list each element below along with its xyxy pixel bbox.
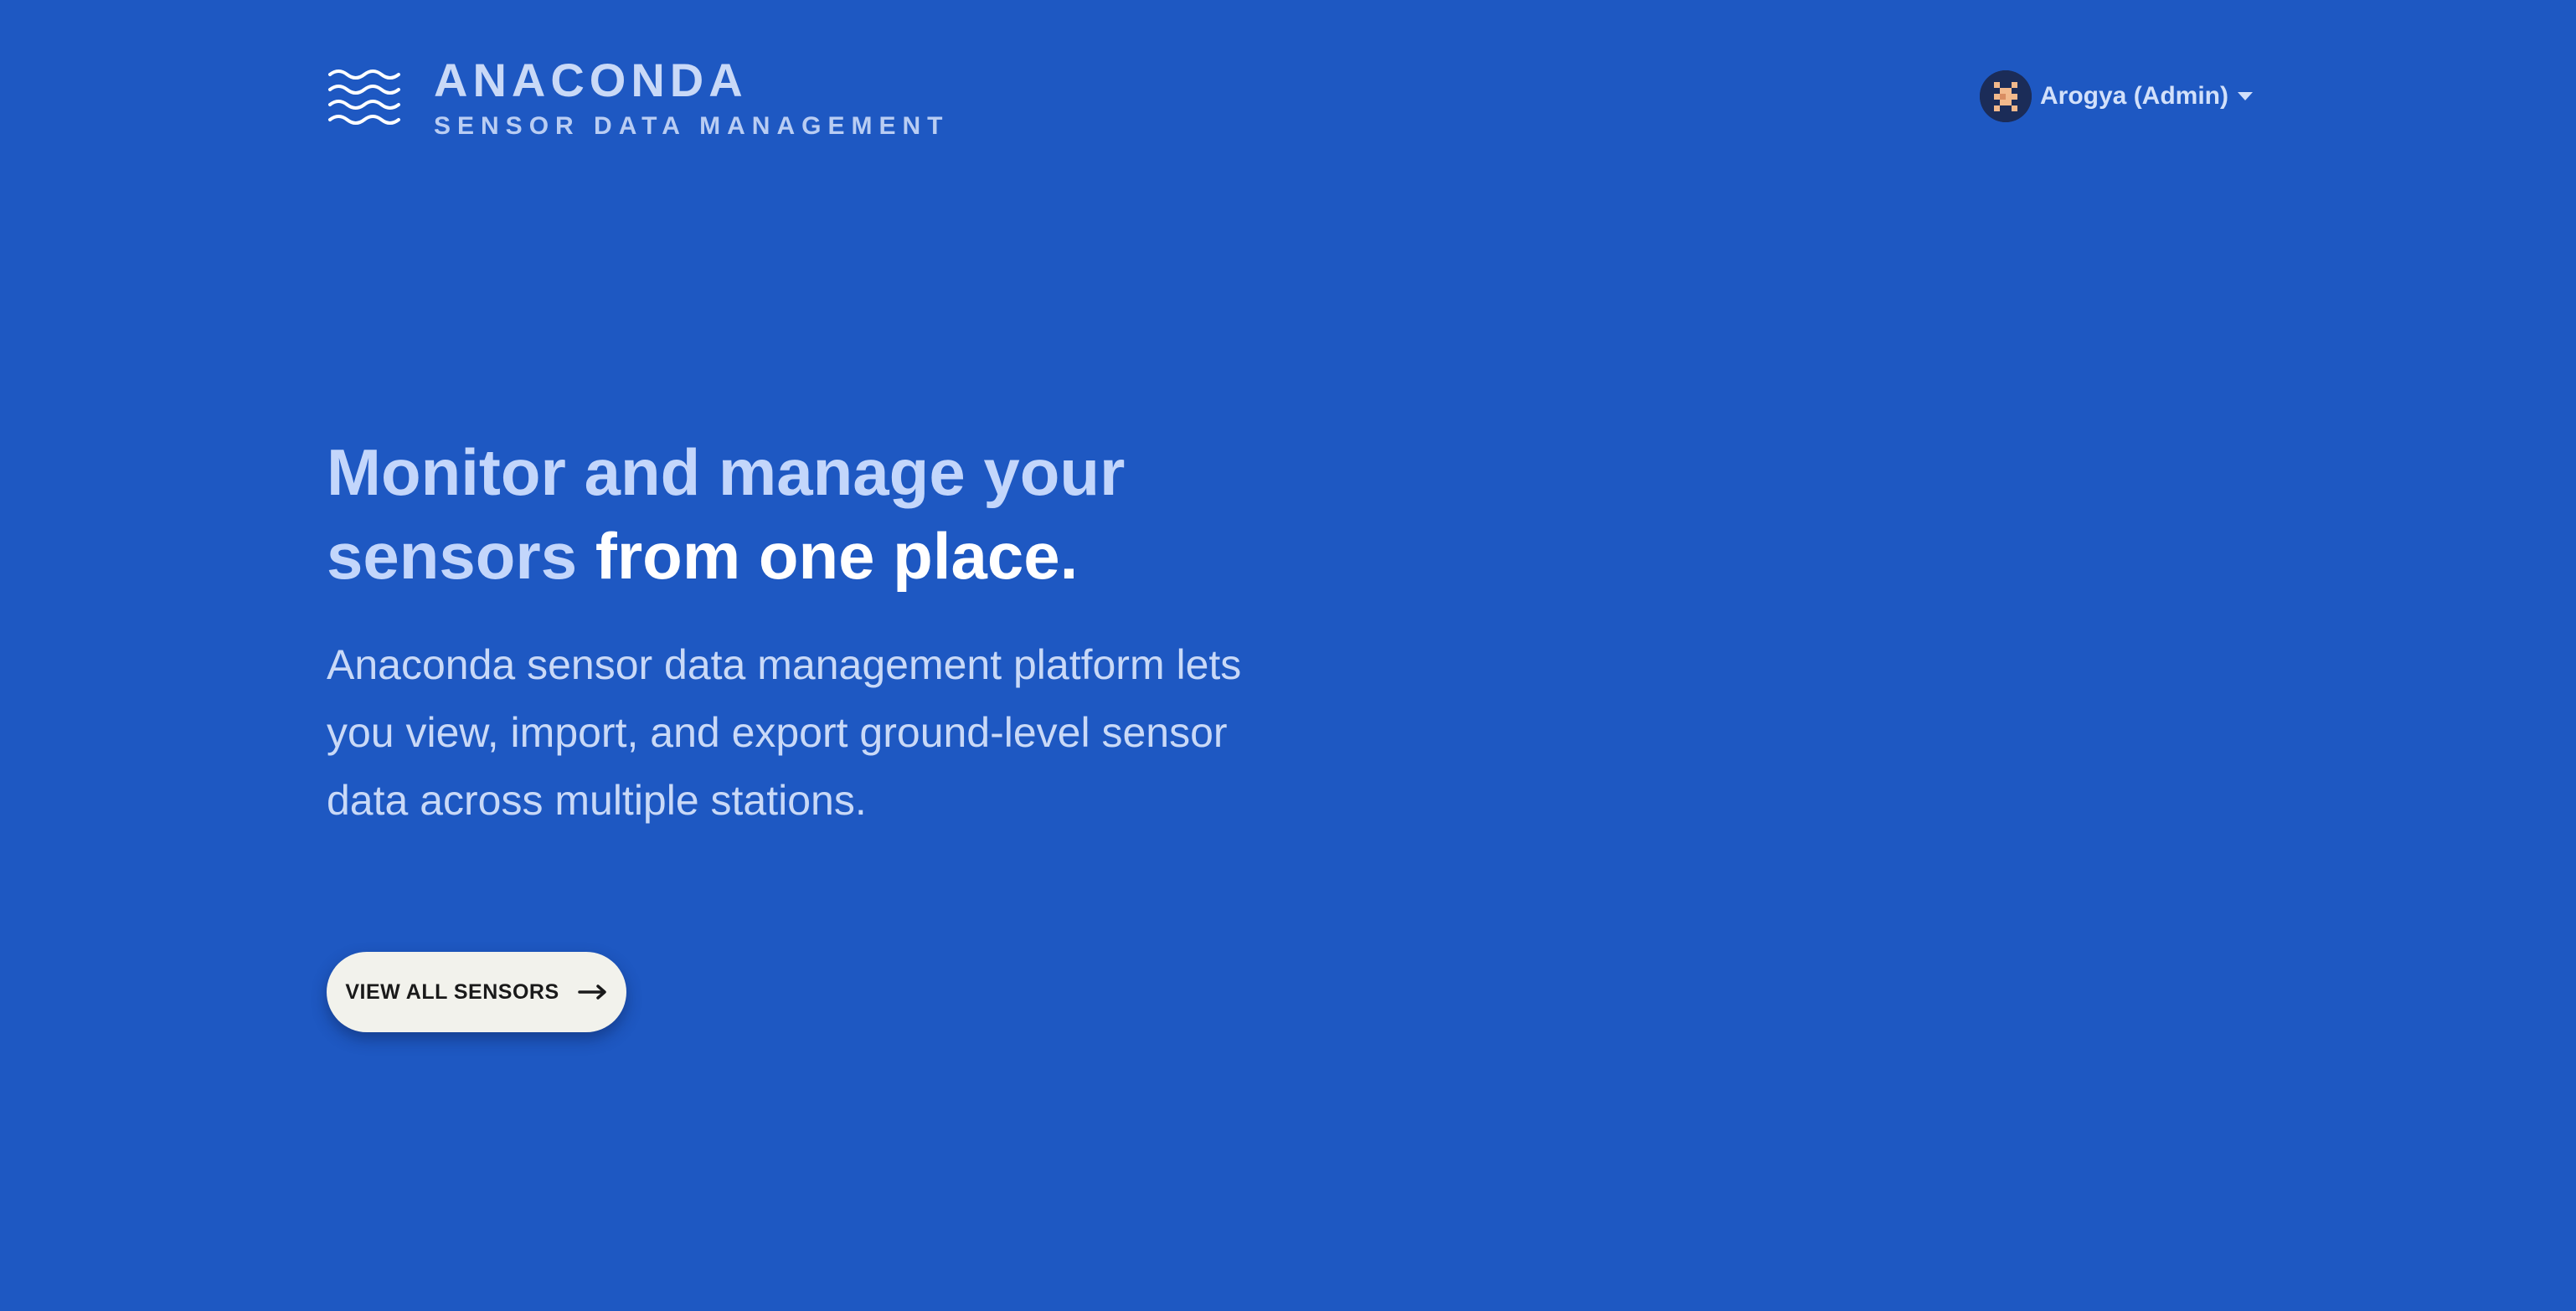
arrow-right-icon <box>577 985 606 1000</box>
hero-title-strong: from one place. <box>595 519 1079 593</box>
brand-header: ANACONDA SENSOR DATA MANAGEMENT <box>327 57 949 139</box>
hero-title: Monitor and manage your sensors from one… <box>327 430 1290 598</box>
waves-icon <box>328 69 400 125</box>
hero-description: Anaconda sensor data management platform… <box>327 641 1242 824</box>
pixel-avatar-icon <box>1980 70 2032 122</box>
landing-page: ANACONDA SENSOR DATA MANAGEMENT Arogya (… <box>0 0 2576 1311</box>
caret-down-icon[interactable] <box>2237 91 2254 101</box>
brand-tagline: SENSOR DATA MANAGEMENT <box>434 112 950 140</box>
view-all-sensors-label: VIEW ALL SENSORS <box>345 979 559 1004</box>
user-name[interactable]: Arogya (Admin) <box>2040 82 2228 111</box>
brand-name: ANACONDA <box>434 54 748 106</box>
hero-section: Monitor and manage your sensors from one… <box>327 430 1290 835</box>
brand-text: ANACONDA SENSOR DATA MANAGEMENT <box>434 57 949 139</box>
user-menu[interactable]: Arogya (Admin) <box>1980 70 2254 122</box>
view-all-sensors-button[interactable]: VIEW ALL SENSORS <box>327 952 626 1032</box>
